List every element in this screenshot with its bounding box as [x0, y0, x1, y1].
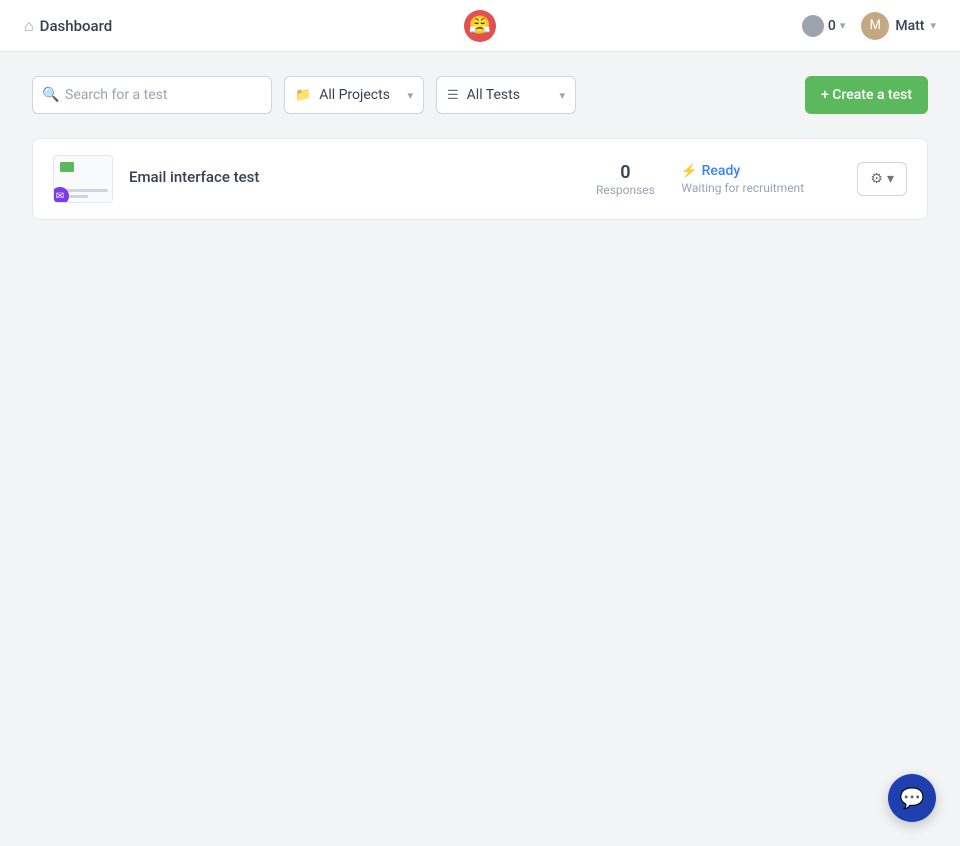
- home-icon: ⌂: [24, 16, 34, 36]
- chat-icon: 💬: [900, 786, 925, 810]
- search-input[interactable]: [32, 76, 272, 114]
- user-name: Matt: [895, 18, 924, 34]
- avatar: M: [861, 12, 889, 40]
- responses-count: 0: [585, 162, 665, 183]
- dashboard-title: Dashboard: [40, 17, 113, 35]
- header-right: 0 ▾ M Matt ▾: [802, 12, 936, 40]
- status-subtext: Waiting for recruitment: [681, 181, 841, 195]
- test-responses: 0 Responses: [585, 162, 665, 197]
- create-test-button[interactable]: + Create a test: [805, 76, 928, 114]
- table-row: ✉ Email interface test 0 Responses ⚡ Rea…: [32, 138, 928, 220]
- user-menu[interactable]: M Matt ▾: [861, 12, 936, 40]
- test-type-badge: ✉: [53, 187, 69, 203]
- search-icon: 🔍: [42, 87, 59, 103]
- responses-label: Responses: [585, 183, 665, 197]
- test-list: ✉ Email interface test 0 Responses ⚡ Rea…: [32, 138, 928, 220]
- app-header: ⌂ Dashboard 😤 0 ▾ M Matt ▾: [0, 0, 960, 52]
- credits-count: 0: [828, 18, 836, 34]
- chat-button[interactable]: 💬: [888, 774, 936, 822]
- projects-chevron-icon: ▾: [407, 89, 413, 102]
- list-icon: ☰: [447, 88, 459, 103]
- header-center: 😤: [464, 10, 496, 42]
- user-chevron-icon: ▾: [930, 19, 936, 32]
- credits-button[interactable]: 0 ▾: [802, 15, 846, 37]
- test-info: Email interface test: [129, 168, 569, 190]
- app-logo: 😤: [464, 10, 496, 42]
- test-name: Email interface test: [129, 168, 569, 186]
- thumbnail-green-block: [60, 162, 74, 172]
- status-ready: ⚡ Ready: [681, 163, 841, 179]
- credits-icon: [802, 15, 824, 37]
- search-wrapper: 🔍: [32, 76, 272, 114]
- test-thumbnail: ✉: [53, 155, 113, 203]
- tests-filter[interactable]: ☰ All Tests ▾: [436, 76, 576, 114]
- tests-chevron-icon: ▾: [559, 89, 565, 102]
- settings-chevron-icon: ▾: [887, 171, 894, 187]
- test-actions: ⚙ ▾: [857, 162, 907, 196]
- header-left: ⌂ Dashboard: [24, 16, 112, 36]
- main-content: 🔍 📁 All Projects ▾ ☰ All Tests ▾ + Creat…: [0, 52, 960, 244]
- tests-filter-label: All Tests: [467, 87, 552, 103]
- folder-icon: 📁: [295, 88, 311, 103]
- projects-filter[interactable]: 📁 All Projects ▾: [284, 76, 424, 114]
- credits-chevron-icon: ▾: [840, 19, 846, 32]
- toolbar: 🔍 📁 All Projects ▾ ☰ All Tests ▾ + Creat…: [32, 76, 928, 114]
- bolt-icon: ⚡: [681, 164, 697, 179]
- gear-icon: ⚙: [870, 171, 883, 187]
- test-settings-button[interactable]: ⚙ ▾: [857, 162, 907, 196]
- test-status: ⚡ Ready Waiting for recruitment: [681, 163, 841, 195]
- dashboard-link[interactable]: ⌂ Dashboard: [24, 16, 112, 36]
- projects-filter-label: All Projects: [319, 87, 399, 103]
